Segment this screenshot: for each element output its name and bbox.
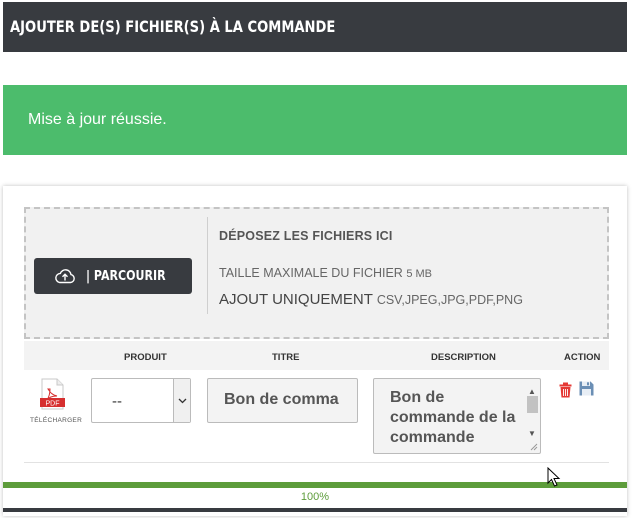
page-header: AJOUTER DE(S) FICHIER(S) À LA COMMANDE bbox=[3, 2, 627, 52]
mouse-cursor-icon bbox=[547, 467, 561, 487]
allowed-types-label: AJOUT UNIQUEMENT bbox=[219, 291, 373, 308]
file-dropzone[interactable]: | PARCOURIR DÉPOSEZ LES FICHIERS ICI TAI… bbox=[24, 207, 609, 339]
file-type-label: PDF bbox=[46, 400, 60, 407]
scroll-down-arrow-icon[interactable]: ▼ bbox=[528, 424, 536, 444]
dropzone-title: DÉPOSEZ LES FICHIERS ICI bbox=[219, 229, 393, 243]
description-text: Bon de commande de la commande bbox=[390, 389, 516, 446]
upload-progress-bar bbox=[3, 482, 627, 488]
row-divider bbox=[24, 462, 609, 463]
description-textarea[interactable]: Bon de commande de la commande ▲ ▼ bbox=[373, 378, 541, 454]
max-size-value: 5 MB bbox=[406, 268, 433, 280]
cloud-upload-icon bbox=[54, 269, 75, 284]
success-alert: Mise à jour réussie. bbox=[3, 85, 627, 155]
title-input[interactable]: Bon de comma bbox=[207, 378, 358, 423]
pdf-file-icon[interactable]: PDF bbox=[40, 378, 65, 410]
browse-button[interactable]: | PARCOURIR bbox=[34, 258, 192, 294]
card-bottom-bar bbox=[3, 508, 627, 512]
column-header-action: ACTION bbox=[564, 352, 601, 363]
trash-icon[interactable] bbox=[559, 382, 572, 398]
column-header-description: DESCRIPTION bbox=[431, 352, 496, 363]
files-table-header: PRODUIT TITRE DESCRIPTION ACTION bbox=[24, 341, 609, 370]
description-scrollbar[interactable]: ▲ ▼ bbox=[525, 380, 539, 440]
dropzone-divider bbox=[207, 217, 208, 314]
column-header-product: PRODUIT bbox=[124, 352, 167, 363]
page-title: AJOUTER DE(S) FICHIER(S) À LA COMMANDE bbox=[10, 17, 336, 36]
progress-label: 100% bbox=[300, 491, 330, 503]
product-select-value: -- bbox=[112, 393, 122, 410]
upload-card: | PARCOURIR DÉPOSEZ LES FICHIERS ICI TAI… bbox=[3, 186, 627, 516]
resize-handle-icon[interactable] bbox=[530, 443, 538, 451]
allowed-types-info: AJOUT UNIQUEMENT CSV,JPEG,JPG,PDF,PNG bbox=[219, 291, 523, 308]
max-size-label: TAILLE MAXIMALE DU FICHIER bbox=[219, 266, 403, 280]
chevron-down-icon[interactable] bbox=[173, 379, 190, 422]
scroll-thumb[interactable] bbox=[527, 396, 538, 413]
max-size-info: TAILLE MAXIMALE DU FICHIER 5 MB bbox=[219, 266, 432, 280]
alert-message: Mise à jour réussie. bbox=[28, 111, 167, 128]
allowed-types-value: CSV,JPEG,JPG,PDF,PNG bbox=[376, 293, 523, 307]
browse-label: | PARCOURIR bbox=[85, 268, 166, 284]
product-select[interactable]: -- bbox=[91, 378, 191, 423]
column-header-title: TITRE bbox=[272, 352, 300, 363]
save-icon[interactable] bbox=[579, 381, 594, 396]
download-link[interactable]: TÉLÉCHARGER bbox=[30, 417, 82, 424]
progress-fill bbox=[3, 482, 627, 488]
